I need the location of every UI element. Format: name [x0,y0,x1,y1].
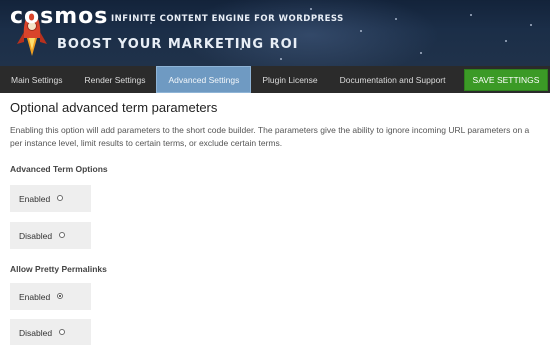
page-description: Enabling this option will add parameters… [10,125,530,148]
star [505,40,507,42]
radio-button[interactable] [59,231,66,238]
radio-label: Enabled [19,193,51,204]
pretty-permalinks-enabled-option[interactable]: Enabled [10,283,91,310]
tab-render-settings[interactable]: Render Settings [74,66,157,93]
tab-documentation-support[interactable]: Documentation and Support [329,66,457,93]
radio-button[interactable] [57,194,64,201]
pretty-permalinks-disabled-option[interactable]: Disabled [10,319,91,345]
star [360,30,362,32]
advanced-term-enabled-option[interactable]: Enabled [10,185,91,212]
advanced-term-options-label: Advanced Term Options [10,164,108,174]
header-banner: cosmos INFINITE CONTENT ENGINE FOR WORDP… [0,0,550,66]
tab-plugin-license[interactable]: Plugin License [251,66,328,93]
settings-nav: Main Settings Render Settings Advanced S… [0,66,550,93]
page-title: Optional advanced term parameters [10,100,218,115]
star [395,18,397,20]
star [310,8,312,10]
radio-button[interactable] [59,328,66,335]
star [420,52,422,54]
allow-pretty-permalinks-label: Allow Pretty Permalinks [10,264,107,274]
radio-label: Disabled [19,230,53,241]
tab-main-settings[interactable]: Main Settings [0,66,74,93]
tagline: INFINITE CONTENT ENGINE FOR WORDPRESS [111,14,344,24]
tab-advanced-settings[interactable]: Advanced Settings [156,66,252,93]
main-content: Optional advanced term parameters Enabli… [10,100,542,150]
star [280,58,282,60]
advanced-term-disabled-option[interactable]: Disabled [10,222,91,249]
star [530,24,532,26]
radio-label: Enabled [19,291,51,302]
star [470,14,472,16]
save-settings-button[interactable]: SAVE SETTINGS [464,69,548,91]
headline: BOOST YOUR MARKETING ROI [57,37,299,52]
radio-label: Disabled [19,327,53,338]
logo-text: cosmos [10,4,109,29]
radio-button[interactable] [57,292,64,299]
